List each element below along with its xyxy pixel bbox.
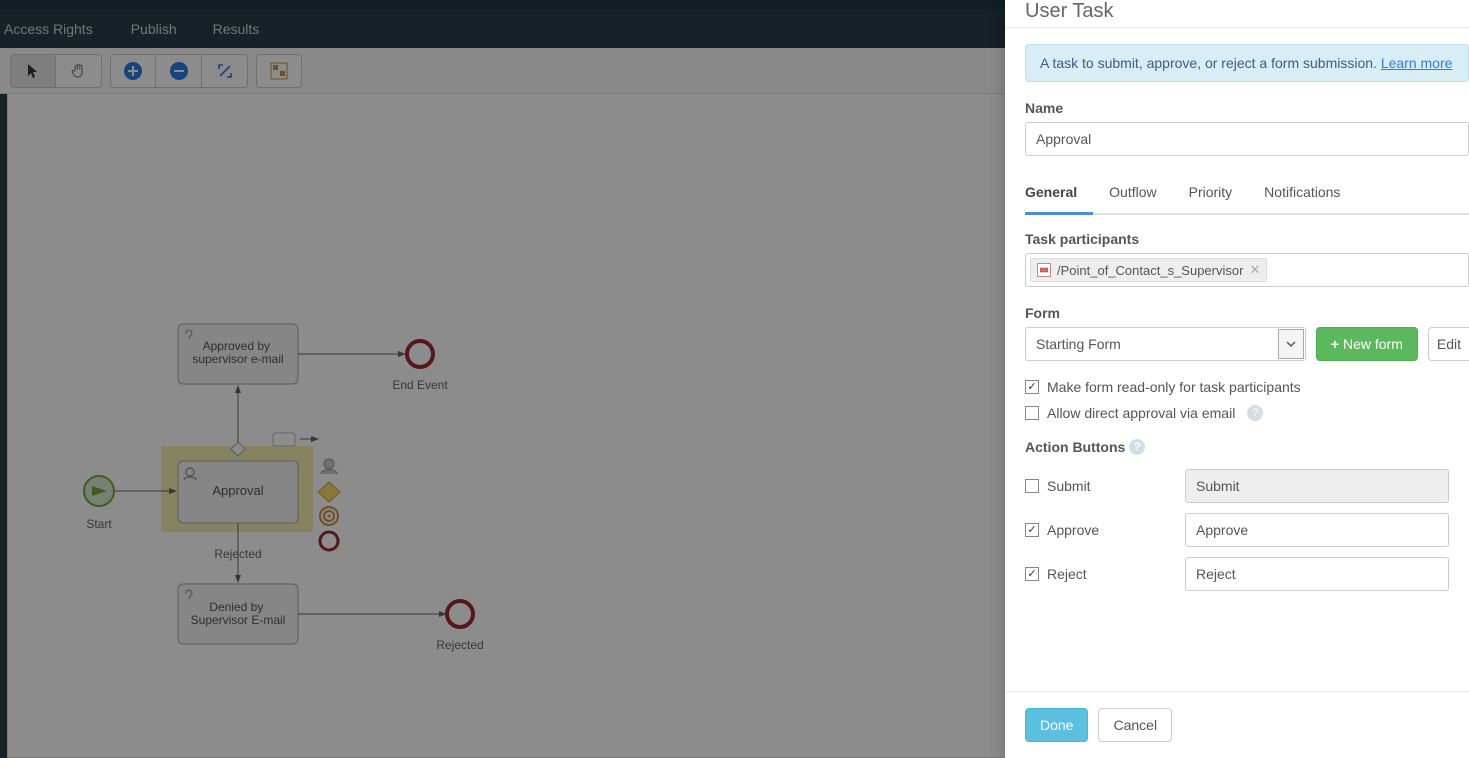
- form-select[interactable]: [1025, 327, 1306, 361]
- learn-more-link[interactable]: Learn more: [1381, 55, 1453, 71]
- new-form-button[interactable]: + New form: [1316, 327, 1418, 361]
- readonly-checkbox[interactable]: [1025, 380, 1039, 394]
- participants-input[interactable]: /Point_of_Contact_s_Supervisor ✕: [1025, 253, 1469, 287]
- participant-tag: /Point_of_Contact_s_Supervisor ✕: [1030, 258, 1267, 282]
- direct-approval-checkbox[interactable]: [1025, 406, 1039, 420]
- reject-label: Reject: [1047, 566, 1087, 582]
- tab-outflow[interactable]: Outflow: [1093, 174, 1172, 215]
- approve-checkbox[interactable]: [1025, 523, 1039, 537]
- name-input[interactable]: [1025, 122, 1469, 156]
- participant-tag-text: /Point_of_Contact_s_Supervisor: [1057, 263, 1243, 278]
- tab-general[interactable]: General: [1025, 174, 1093, 215]
- cancel-button[interactable]: Cancel: [1098, 708, 1172, 742]
- help-icon[interactable]: ?: [1129, 439, 1145, 455]
- submit-label: Submit: [1047, 478, 1091, 494]
- action-buttons-label: Action Buttons ?: [1025, 439, 1145, 455]
- tab-priority[interactable]: Priority: [1173, 174, 1249, 215]
- field-icon: [1037, 263, 1051, 277]
- approve-value-input[interactable]: [1185, 513, 1449, 547]
- submit-value-input: [1185, 469, 1449, 503]
- help-icon[interactable]: ?: [1247, 405, 1263, 421]
- submit-checkbox[interactable]: [1025, 479, 1039, 493]
- info-text: A task to submit, approve, or reject a f…: [1040, 55, 1381, 71]
- tab-notifications[interactable]: Notifications: [1248, 174, 1356, 215]
- approve-label: Approve: [1047, 522, 1099, 538]
- remove-tag-icon[interactable]: ✕: [1249, 262, 1260, 278]
- user-task-panel: User Task A task to submit, approve, or …: [1005, 0, 1469, 758]
- panel-footer: Done Cancel: [1005, 691, 1469, 758]
- participants-label: Task participants: [1025, 231, 1469, 247]
- plus-icon: +: [1331, 336, 1339, 352]
- form-label: Form: [1025, 305, 1469, 321]
- info-banner: A task to submit, approve, or reject a f…: [1025, 44, 1469, 82]
- readonly-label: Make form read-only for task participant…: [1047, 379, 1301, 395]
- direct-approval-label: Allow direct approval via email: [1047, 405, 1235, 421]
- reject-checkbox[interactable]: [1025, 567, 1039, 581]
- name-label: Name: [1025, 100, 1469, 116]
- done-button[interactable]: Done: [1025, 708, 1088, 742]
- edit-form-button[interactable]: Edit: [1428, 327, 1469, 361]
- panel-title: User Task: [1005, 0, 1469, 28]
- panel-tabs: General Outflow Priority Notifications: [1025, 174, 1469, 215]
- reject-value-input[interactable]: [1185, 557, 1449, 591]
